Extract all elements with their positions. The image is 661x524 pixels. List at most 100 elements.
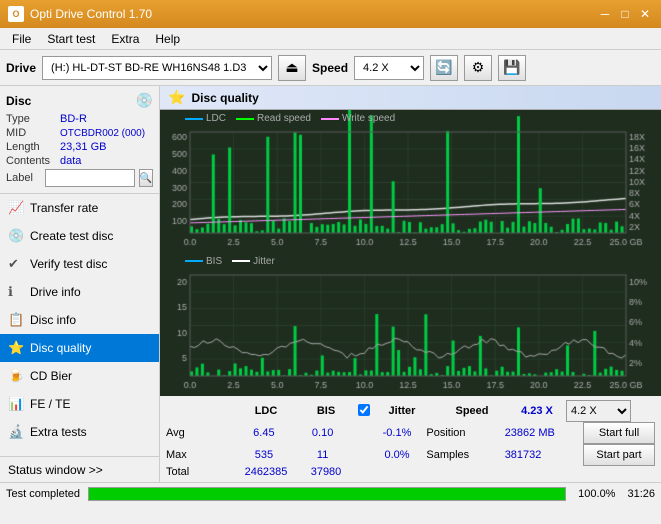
sidebar-item-fe-te-label: FE / TE: [30, 397, 70, 411]
disc-icon: 💿: [136, 92, 153, 109]
bis-avg: 0.10: [293, 427, 352, 439]
speed-select-stat[interactable]: 4.2 X: [566, 400, 631, 422]
read-speed-legend-label: Read speed: [257, 113, 311, 124]
avg-label: Avg: [166, 427, 235, 439]
sidebar-item-disc-info[interactable]: 📋 Disc info: [0, 306, 159, 334]
read-speed-legend: Read speed: [236, 113, 311, 124]
save-button[interactable]: 💾: [498, 55, 526, 81]
samples-val: 381732: [505, 449, 583, 461]
progress-bar-fill: [89, 488, 565, 500]
position-label: Position: [426, 427, 504, 439]
max-label: Max: [166, 449, 235, 461]
jitter-avg: -0.1%: [368, 427, 427, 439]
ldc-legend-label: LDC: [206, 113, 226, 124]
total-label: Total: [166, 466, 236, 478]
start-part-button[interactable]: Start part: [583, 444, 655, 466]
bottom-chart: BIS Jitter: [160, 253, 661, 396]
bis-max: 11: [293, 449, 352, 461]
ldc-header: LDC: [236, 405, 296, 417]
transfer-rate-icon: 📈: [8, 200, 24, 216]
time-text: 31:26: [627, 488, 655, 500]
disc-panel: Disc 💿 Type BD-R MID OTCBDR002 (000) Len…: [0, 86, 159, 194]
ldc-avg: 6.45: [235, 427, 294, 439]
speed-label: Speed: [312, 61, 348, 75]
speed-header: Speed: [432, 405, 512, 417]
progress-bar-container: [88, 487, 566, 501]
sidebar-item-drive-info[interactable]: ℹ Drive info: [0, 278, 159, 306]
sidebar-item-verify-test-disc[interactable]: ✔ Verify test disc: [0, 250, 159, 278]
position-val: 23862 MB: [505, 427, 583, 439]
disc-contents-label: Contents: [6, 155, 60, 167]
disc-section-title: Disc: [6, 94, 31, 108]
sidebar-menu: 📈 Transfer rate 💿 Create test disc ✔ Ver…: [0, 194, 159, 456]
sidebar-item-transfer-rate[interactable]: 📈 Transfer rate: [0, 194, 159, 222]
disc-type-value: BD-R: [60, 113, 87, 125]
disc-length-value: 23,31 GB: [60, 141, 106, 153]
menu-bar: File Start test Extra Help: [0, 28, 661, 50]
status-window-label: Status window >>: [8, 463, 103, 477]
refresh-button[interactable]: 🔄: [430, 55, 458, 81]
sidebar-item-extra-tests-label: Extra tests: [30, 425, 87, 439]
disc-mid-label: MID: [6, 127, 60, 139]
status-bar: Test completed 100.0% 31:26: [0, 482, 661, 504]
bis-header: BIS: [296, 405, 356, 417]
title-bar: O Opti Drive Control 1.70 ─ □ ✕: [0, 0, 661, 28]
close-button[interactable]: ✕: [637, 6, 653, 22]
disc-length-label: Length: [6, 141, 60, 153]
disc-contents-value: data: [60, 155, 81, 167]
drive-select[interactable]: (H:) HL-DT-ST BD-RE WH16NS48 1.D3: [42, 56, 272, 80]
speed-val: 4.23 X: [512, 405, 562, 417]
bis-total: 37980: [296, 466, 356, 478]
app-title: Opti Drive Control 1.70: [30, 7, 152, 21]
fe-te-icon: 📊: [8, 396, 24, 412]
menu-extra[interactable]: Extra: [103, 30, 147, 48]
speed-select[interactable]: 4.2 X: [354, 56, 424, 80]
drive-label: Drive: [6, 61, 36, 75]
toolbar: Drive (H:) HL-DT-ST BD-RE WH16NS48 1.D3 …: [0, 50, 661, 86]
status-window-button[interactable]: Status window >>: [0, 456, 159, 482]
jitter-max: 0.0%: [368, 449, 427, 461]
menu-file[interactable]: File: [4, 30, 39, 48]
disc-quality-icon: ⭐: [8, 340, 24, 356]
disc-label-input[interactable]: [45, 169, 135, 187]
write-speed-legend: Write speed: [321, 113, 395, 124]
sidebar-item-disc-quality[interactable]: ⭐ Disc quality: [0, 334, 159, 362]
ldc-legend: LDC: [185, 113, 226, 124]
disc-info-icon: 📋: [8, 312, 24, 328]
maximize-button[interactable]: □: [617, 6, 633, 22]
menu-start-test[interactable]: Start test: [39, 30, 103, 48]
disc-label-label: Label: [6, 172, 41, 184]
sidebar-item-create-test-disc[interactable]: 💿 Create test disc: [0, 222, 159, 250]
bis-legend: BIS: [185, 256, 222, 267]
menu-help[interactable]: Help: [147, 30, 188, 48]
disc-label-search-button[interactable]: 🔍: [139, 169, 153, 187]
sidebar-item-cd-bier[interactable]: 🍺 CD Bier: [0, 362, 159, 390]
minimize-button[interactable]: ─: [597, 6, 613, 22]
jitter-checkbox[interactable]: [358, 404, 370, 416]
eject-button[interactable]: ⏏: [278, 55, 306, 81]
content-area: ⭐ Disc quality LDC Read speed: [160, 86, 661, 482]
sidebar-item-create-test-disc-label: Create test disc: [30, 229, 113, 243]
create-test-disc-icon: 💿: [8, 228, 24, 244]
ldc-max: 535: [235, 449, 294, 461]
ldc-total: 2462385: [236, 466, 296, 478]
app-icon: O: [8, 6, 24, 22]
top-chart: LDC Read speed Write speed: [160, 110, 661, 253]
write-speed-legend-label: Write speed: [342, 113, 395, 124]
sidebar-item-fe-te[interactable]: 📊 FE / TE: [0, 390, 159, 418]
start-full-button[interactable]: Start full: [583, 422, 655, 444]
content-header: ⭐ Disc quality: [160, 86, 661, 110]
sidebar-item-transfer-rate-label: Transfer rate: [30, 201, 98, 215]
jitter-legend: Jitter: [232, 256, 275, 267]
jitter-legend-label: Jitter: [253, 256, 275, 267]
verify-test-disc-icon: ✔: [8, 256, 24, 272]
settings-button[interactable]: ⚙: [464, 55, 492, 81]
bis-legend-label: BIS: [206, 256, 222, 267]
cd-bier-icon: 🍺: [8, 368, 24, 384]
content-title: Disc quality: [191, 91, 258, 105]
stats-panel: LDC BIS Jitter Speed 4.23 X 4.2 X Avg 6.…: [160, 395, 661, 482]
sidebar-item-disc-quality-label: Disc quality: [30, 341, 91, 355]
sidebar-item-extra-tests[interactable]: 🔬 Extra tests: [0, 418, 159, 446]
sidebar-item-cd-bier-label: CD Bier: [30, 369, 72, 383]
jitter-header: Jitter: [372, 405, 432, 417]
